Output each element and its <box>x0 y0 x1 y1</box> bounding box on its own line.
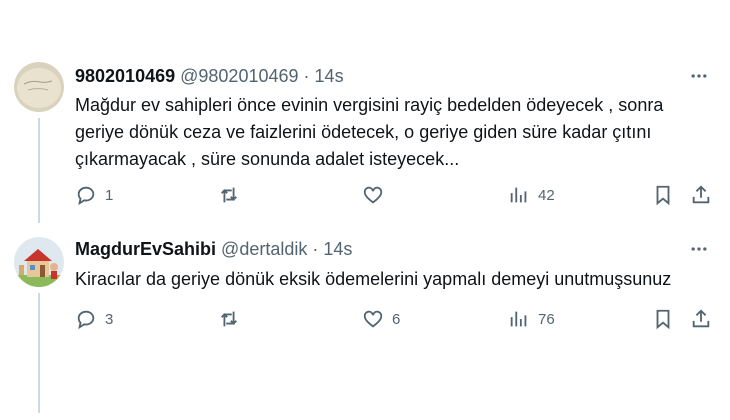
action-bar: 3 6 76 <box>75 306 715 332</box>
more-icon <box>691 247 707 251</box>
like-button[interactable] <box>362 182 392 208</box>
views-icon <box>510 187 527 203</box>
action-bar: 1 42 <box>75 182 715 208</box>
reply-button[interactable]: 1 <box>75 182 113 208</box>
avatar[interactable] <box>14 237 64 287</box>
tweet-header: MagdurEvSahibi @dertaldik · 14s <box>75 238 352 260</box>
thread-line <box>38 118 40 223</box>
avatar[interactable] <box>14 62 64 112</box>
display-name[interactable]: 9802010469 <box>75 66 175 86</box>
view-count: 76 <box>538 310 555 328</box>
repost-icon <box>221 187 237 203</box>
views-button[interactable]: 76 <box>508 306 555 332</box>
avatar-image <box>14 237 64 287</box>
bookmark-icon <box>656 309 670 330</box>
bookmark-button[interactable] <box>652 182 674 208</box>
bookmark-button[interactable] <box>652 306 674 332</box>
bookmark-icon <box>656 185 670 206</box>
separator-dot: · <box>312 239 319 259</box>
tweet[interactable]: 9802010469 @9802010469 · 14s Mağdur ev s… <box>0 0 730 225</box>
like-icon <box>363 186 383 204</box>
reply-icon <box>77 186 95 206</box>
timestamp[interactable]: 14s <box>323 239 352 259</box>
share-icon <box>692 309 710 328</box>
like-count: 6 <box>392 310 401 328</box>
repost-icon <box>221 311 237 327</box>
more-button[interactable] <box>688 238 710 260</box>
repost-button[interactable] <box>218 182 248 208</box>
share-icon <box>692 185 710 204</box>
views-icon <box>510 311 527 327</box>
tweet-text: Kiracılar da geriye dönük eksik ödemeler… <box>75 269 672 289</box>
more-button[interactable] <box>688 65 710 87</box>
share-button[interactable] <box>690 306 712 332</box>
user-handle[interactable]: @9802010469 <box>180 66 298 86</box>
reply-count: 3 <box>105 310 114 328</box>
views-button[interactable]: 42 <box>508 182 555 208</box>
reply-button[interactable]: 3 <box>75 306 113 332</box>
like-button[interactable]: 6 <box>362 306 400 332</box>
like-icon <box>363 310 383 328</box>
separator-dot: · <box>303 66 310 86</box>
thread-line <box>38 293 40 413</box>
reply-icon <box>77 310 95 330</box>
tweet-text: Mağdur ev sahipleri önce evinin vergisin… <box>75 95 664 169</box>
avatar-image <box>14 62 64 112</box>
share-button[interactable] <box>690 182 712 208</box>
tweet-header: 9802010469 @9802010469 · 14s <box>75 65 344 87</box>
tweet[interactable]: MagdurEvSahibi @dertaldik · 14s Kiracıla… <box>0 225 730 420</box>
repost-button[interactable] <box>218 306 248 332</box>
more-icon <box>691 74 707 78</box>
reply-count: 1 <box>105 186 114 204</box>
view-count: 42 <box>538 186 555 204</box>
timestamp[interactable]: 14s <box>315 66 344 86</box>
display-name[interactable]: MagdurEvSahibi <box>75 239 216 259</box>
user-handle[interactable]: @dertaldik <box>221 239 307 259</box>
